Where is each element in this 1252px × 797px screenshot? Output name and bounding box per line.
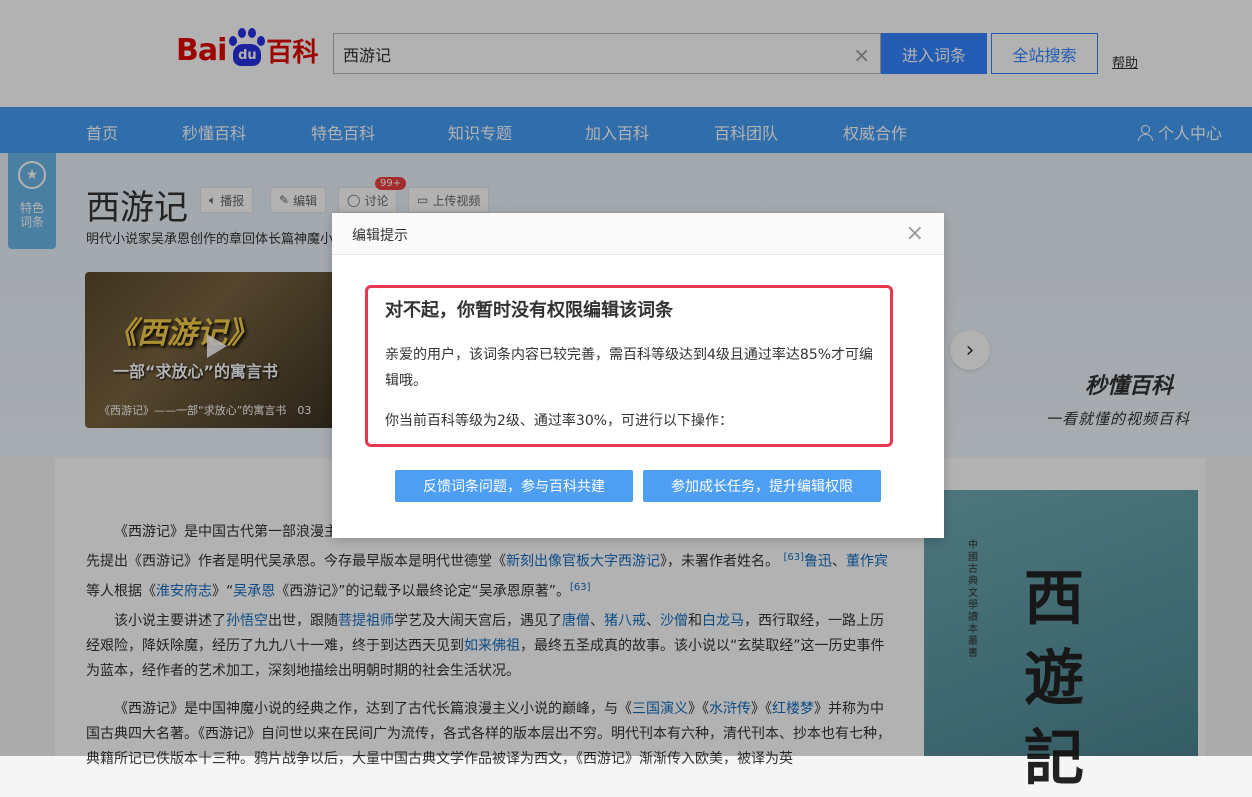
close-icon[interactable]: × (906, 221, 924, 246)
edit-permission-dialog: 编辑提示 × 对不起，你暂时没有权限编辑该词条 亲爱的用户，该词条内容已较完善，… (332, 213, 944, 538)
message-body: 亲爱的用户，该词条内容已较完善，需百科等级达到4级且通过率达85%才可编辑哦。 (385, 347, 874, 389)
message-title: 对不起，你暂时没有权限编辑该词条 (385, 300, 673, 321)
feedback-button[interactable]: 反馈词条问题，参与百科共建 (395, 470, 633, 502)
growth-task-button[interactable]: 参加成长任务，提升编辑权限 (643, 470, 881, 502)
dialog-header: 编辑提示 × (332, 213, 944, 255)
permission-message: 对不起，你暂时没有权限编辑该词条 亲爱的用户，该词条内容已较完善，需百科等级达到… (365, 285, 893, 447)
dialog-title: 编辑提示 (352, 228, 408, 244)
message-current-level: 你当前百科等级为2级、通过率30%，可进行以下操作： (385, 413, 734, 429)
